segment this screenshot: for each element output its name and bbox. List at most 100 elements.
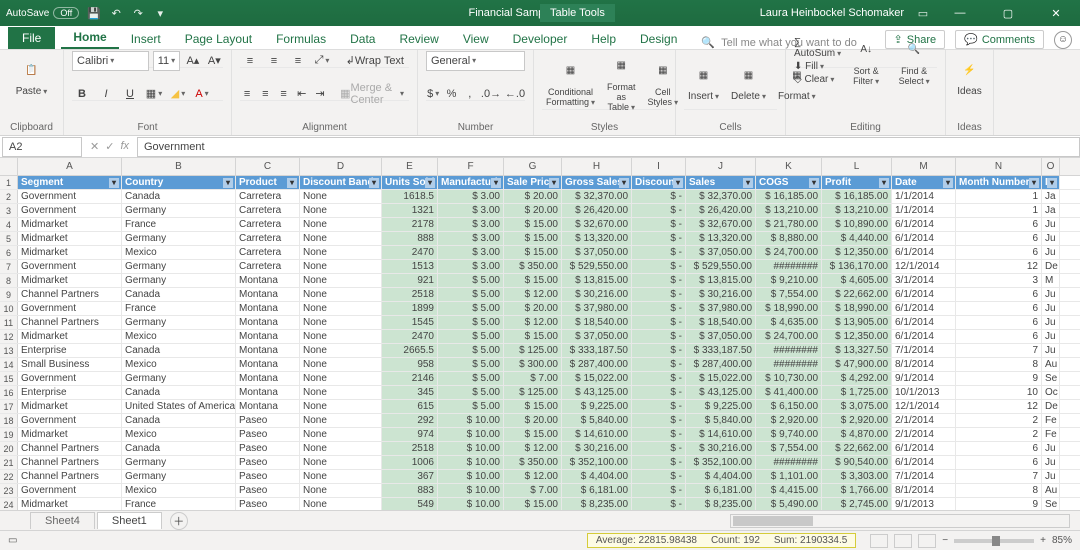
cell[interactable]: 12 [956,400,1042,413]
cell[interactable]: $ 13,320.00 [686,232,756,245]
column-header-G[interactable]: G [504,158,562,175]
cell[interactable]: $ 22,662.00 [822,288,892,301]
cell[interactable]: 2 [956,414,1042,427]
cell[interactable]: Fe [1042,428,1060,441]
select-all-corner[interactable] [0,158,18,175]
column-header-O[interactable]: O [1042,158,1060,175]
increase-decimal-icon[interactable]: .0→ [481,85,501,103]
cell[interactable]: $ 10,730.00 [756,372,822,385]
cell[interactable]: 6/1/2014 [892,288,956,301]
table-row[interactable]: 17MidmarketUnited States of AmericaMonta… [0,400,1080,414]
cell[interactable]: $ 32,670.00 [562,218,632,231]
tab-insert[interactable]: Insert [119,28,173,49]
enter-formula-icon[interactable]: ✓ [105,140,114,153]
orientation-icon[interactable]: ⤢ [312,52,332,70]
cell[interactable]: $ 8,235.00 [686,498,756,510]
cell[interactable]: $ 10.00 [438,470,504,483]
cell[interactable]: $ 10.00 [438,484,504,497]
cell[interactable]: $ 6,181.00 [562,484,632,497]
cell[interactable]: 2146 [382,372,438,385]
cell[interactable]: Midmarket [18,246,122,259]
table-header-O[interactable]: M [1042,176,1060,189]
cell[interactable]: None [300,470,382,483]
table-header-B[interactable]: Country [122,176,236,189]
cell[interactable]: Carretera [236,204,300,217]
cell[interactable]: $ - [632,344,686,357]
cell[interactable]: $ 12.00 [504,288,562,301]
cell[interactable]: $ 26,420.00 [562,204,632,217]
cell[interactable]: Montana [236,358,300,371]
cell[interactable]: $ 125.00 [504,386,562,399]
cell[interactable]: $ 15.00 [504,274,562,287]
cell[interactable]: $ 12,350.00 [822,246,892,259]
cell[interactable]: None [300,400,382,413]
cell[interactable]: 2 [956,428,1042,441]
sheet-tab-sheet4[interactable]: Sheet4 [30,512,95,529]
cell[interactable]: $ 10,890.00 [822,218,892,231]
cell[interactable]: United States of America [122,400,236,413]
cell[interactable]: Midmarket [18,330,122,343]
cell[interactable]: $ 37,050.00 [686,246,756,259]
cell[interactable]: $ 22,662.00 [822,442,892,455]
row-header[interactable]: 13 [0,344,18,357]
cell[interactable]: $ 10.00 [438,456,504,469]
cell[interactable]: None [300,316,382,329]
cell[interactable]: $ 13,815.00 [686,274,756,287]
cell[interactable]: 1 [956,190,1042,203]
cell[interactable]: ######## [756,358,822,371]
cell[interactable]: $ - [632,302,686,315]
cell[interactable]: France [122,498,236,510]
cell[interactable]: Ju [1042,330,1060,343]
column-header-M[interactable]: M [892,158,956,175]
table-row[interactable]: 15GovernmentGermanyMontanaNone2146$ 5.00… [0,372,1080,386]
table-row[interactable]: 21Channel PartnersGermanyPaseoNone1006$ … [0,456,1080,470]
cell[interactable]: 12/1/2014 [892,400,956,413]
cell[interactable]: Enterprise [18,386,122,399]
cell[interactable]: $ 3.00 [438,246,504,259]
cell[interactable]: 2518 [382,288,438,301]
cell[interactable]: Enterprise [18,344,122,357]
cell[interactable]: Paseo [236,456,300,469]
row-header[interactable]: 18 [0,414,18,427]
cell[interactable]: Ju [1042,302,1060,315]
cell[interactable]: Carretera [236,232,300,245]
cell[interactable]: $ 9,225.00 [686,400,756,413]
cell[interactable]: Government [18,204,122,217]
cell[interactable]: $ 3.00 [438,190,504,203]
cell[interactable]: Ju [1042,316,1060,329]
cell[interactable]: Midmarket [18,274,122,287]
cell[interactable]: Germany [122,260,236,273]
cell[interactable]: France [122,302,236,315]
table-row[interactable]: 13EnterpriseCanadaMontanaNone2665.5$ 5.0… [0,344,1080,358]
cell[interactable]: $ 13,327.50 [822,344,892,357]
clear-button[interactable]: ◇ Clear [794,74,841,85]
cell[interactable]: $ 14,610.00 [686,428,756,441]
cell[interactable]: 10/1/2013 [892,386,956,399]
name-box[interactable]: A2 [2,137,82,157]
tab-design[interactable]: Design [628,28,689,49]
cell[interactable]: $ 5.00 [438,400,504,413]
cell[interactable]: $ 7,554.00 [756,288,822,301]
cell[interactable]: $ - [632,288,686,301]
table-row[interactable]: 14Small BusinessMexicoMontanaNone958$ 5.… [0,358,1080,372]
cell[interactable]: $ 30,216.00 [562,442,632,455]
comma-format-icon[interactable]: , [463,85,477,103]
cell[interactable]: Montana [236,386,300,399]
column-header-E[interactable]: E [382,158,438,175]
cell[interactable]: $ - [632,316,686,329]
cell[interactable]: $ 4,415.00 [756,484,822,497]
cell[interactable]: 6 [956,330,1042,343]
cell[interactable]: $ 7.00 [504,484,562,497]
cell[interactable]: Ju [1042,288,1060,301]
delete-cells-button[interactable]: ▦Delete [727,59,770,104]
cell[interactable]: None [300,246,382,259]
row-header[interactable]: 23 [0,484,18,497]
cell[interactable]: $ - [632,498,686,510]
cell[interactable]: $ 4,870.00 [822,428,892,441]
cell[interactable]: De [1042,400,1060,413]
row-header[interactable]: 24 [0,498,18,510]
cell[interactable]: 12 [956,260,1042,273]
cell[interactable]: Montana [236,288,300,301]
feedback-icon[interactable]: ☺ [1054,31,1072,49]
cell[interactable]: Paseo [236,498,300,510]
